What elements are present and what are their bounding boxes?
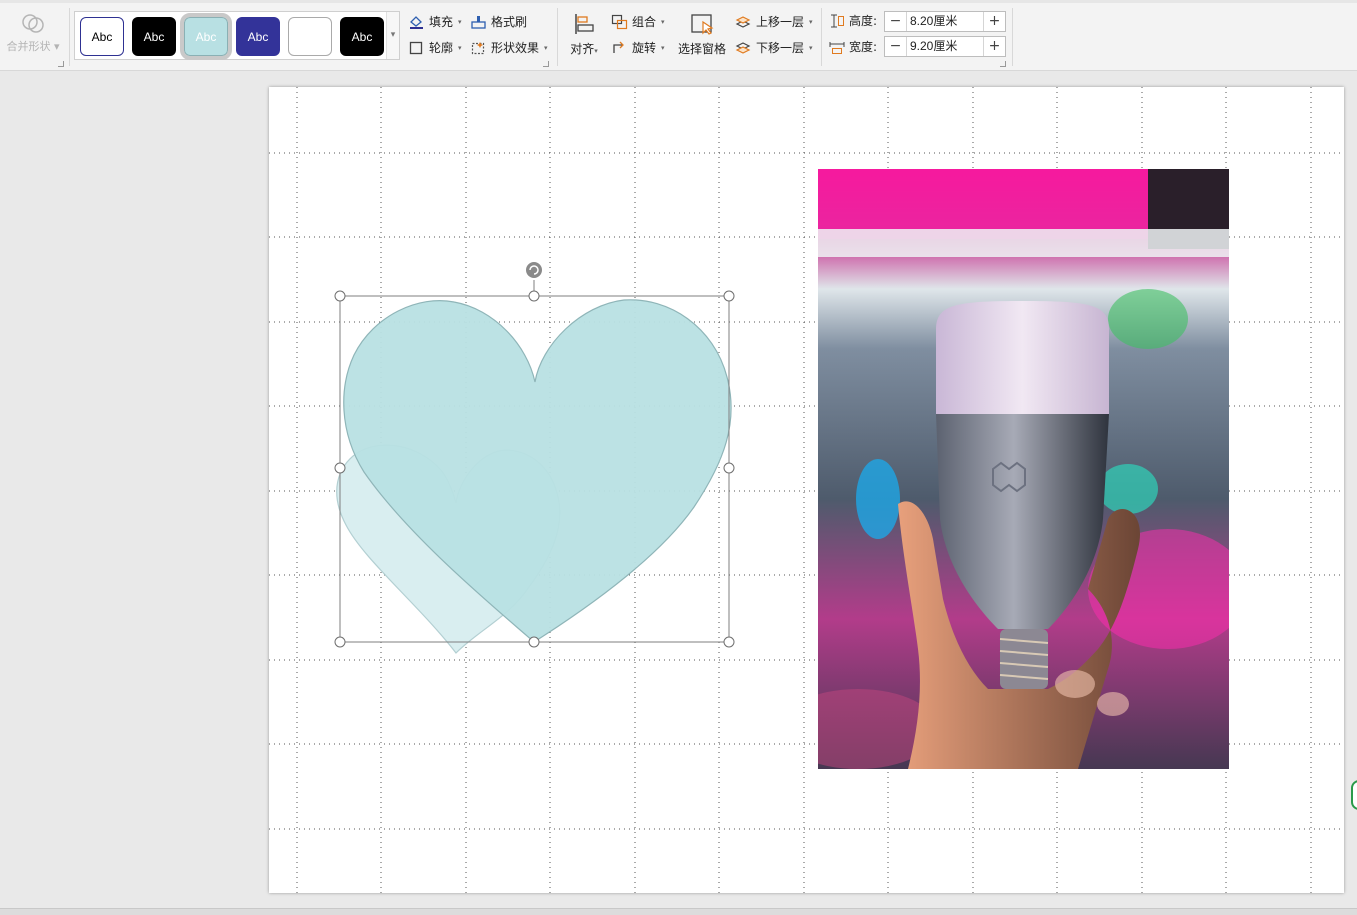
format-painter-icon <box>471 15 486 29</box>
merge-shapes-label: 合并形状 <box>6 40 51 53</box>
align-label: 对齐 <box>570 42 595 56</box>
bring-forward-button[interactable]: 上移一层 ▾ <box>735 13 813 30</box>
height-input[interactable]: 8.20厘米 <box>906 12 984 31</box>
shape-effects-button[interactable]: 形状效果 ▾ <box>470 39 548 56</box>
height-spinner[interactable]: − 8.20厘米 + <box>884 11 1006 32</box>
bulb-photo[interactable] <box>818 169 1229 769</box>
fill-bucket-icon <box>410 15 423 29</box>
group-launcher-icon[interactable] <box>1000 61 1006 67</box>
style-swatch-5[interactable] <box>288 17 332 56</box>
resize-handle-top-right[interactable] <box>723 290 735 302</box>
chevron-down-icon: ▾ <box>458 43 462 52</box>
selection-pane-label: 选择窗格 <box>677 42 726 56</box>
width-input[interactable]: 9.20厘米 <box>906 37 984 56</box>
bring-forward-icon <box>735 15 751 28</box>
ribbon-top-line <box>0 0 1357 3</box>
align-button[interactable]: 对齐▾ <box>566 12 602 57</box>
gallery-more-button[interactable]: ▾ <box>386 12 399 59</box>
width-spinner[interactable]: − 9.20厘米 + <box>884 36 1006 57</box>
resize-handle-bottom-left[interactable] <box>334 636 346 648</box>
send-backward-label: 下移一层 <box>756 41 805 55</box>
resize-handle-left[interactable] <box>334 462 346 474</box>
resize-handle-bottom[interactable] <box>528 636 540 648</box>
format-painter-button[interactable]: 格式刷 <box>470 13 527 30</box>
outline-button[interactable]: 轮廓 ▾ <box>408 39 462 56</box>
fill-label: 填充 <box>429 15 454 29</box>
separator <box>821 8 822 66</box>
height-icon <box>831 14 844 27</box>
shape-effects-label: 形状效果 <box>491 41 540 55</box>
bring-forward-label: 上移一层 <box>756 15 805 29</box>
width-label: 宽度: <box>849 40 878 54</box>
rotate-icon <box>613 41 624 53</box>
selection-pane-button[interactable]: 选择窗格 <box>676 12 728 57</box>
style-swatch-1[interactable]: Abc <box>80 17 124 56</box>
format-painter-label: 格式刷 <box>491 15 528 29</box>
separator <box>1012 8 1013 66</box>
separator <box>69 8 70 66</box>
send-backward-button[interactable]: 下移一层 ▾ <box>735 39 813 56</box>
resize-handle-bottom-right[interactable] <box>723 636 735 648</box>
ribbon-toolbar: 合并形状 ▾ Abc Abc Abc Abc Abc ▾ 填充 ▾ 格式刷 轮廓 ▾ <box>0 0 1357 71</box>
chevron-down-icon: ▾ <box>661 17 665 26</box>
style-swatch-4[interactable]: Abc <box>236 17 280 56</box>
style-swatch-2[interactable]: Abc <box>132 17 176 56</box>
height-increment-button[interactable]: + <box>984 12 1005 31</box>
chevron-down-icon: ▾ <box>390 30 396 40</box>
chevron-down-icon: ▾ <box>50 40 60 53</box>
chevron-down-icon: ▾ <box>594 47 598 55</box>
chevron-down-icon: ▾ <box>809 43 813 52</box>
align-left-icon <box>575 14 594 34</box>
chevron-down-icon: ▾ <box>544 43 548 52</box>
width-increment-button[interactable]: + <box>984 37 1005 56</box>
resize-handle-right[interactable] <box>723 462 735 474</box>
shape-effects-icon <box>471 41 485 54</box>
fill-button[interactable]: 填充 ▾ <box>408 13 462 30</box>
style-swatch-6[interactable]: Abc <box>340 17 384 56</box>
height-control: 高度: <box>829 12 877 29</box>
height-decrement-button[interactable]: − <box>885 12 906 31</box>
rotate-button[interactable]: 旋转 ▾ <box>611 39 665 56</box>
group-label: 组合 <box>632 15 657 29</box>
group-launcher-icon[interactable] <box>543 61 549 67</box>
send-backward-icon <box>735 41 751 54</box>
group-objects-icon <box>611 14 628 29</box>
width-control: 宽度: <box>829 38 877 55</box>
chevron-down-icon: ▾ <box>809 17 813 26</box>
group-button[interactable]: 组合 ▾ <box>611 13 665 30</box>
separator <box>557 8 558 66</box>
slide-canvas[interactable] <box>269 87 1344 893</box>
rotate-label: 旋转 <box>632 41 657 55</box>
height-label: 高度: <box>849 14 878 28</box>
rotate-handle-icon[interactable] <box>526 262 542 278</box>
chevron-down-icon: ▾ <box>458 17 462 26</box>
chevron-down-icon: ▾ <box>661 43 665 52</box>
side-floating-badge[interactable] <box>1351 780 1357 810</box>
group-launcher-icon[interactable] <box>58 61 64 67</box>
style-swatch-3-selected[interactable]: Abc <box>180 13 232 60</box>
shape-style-gallery: Abc Abc Abc Abc Abc ▾ <box>74 11 400 60</box>
resize-handle-top-left[interactable] <box>334 290 346 302</box>
width-decrement-button[interactable]: − <box>885 37 906 56</box>
selection-pane-icon <box>691 14 714 35</box>
outline-square-icon <box>409 41 423 54</box>
merge-shapes-icon <box>22 14 44 33</box>
outline-label: 轮廓 <box>429 41 454 55</box>
resize-handle-top[interactable] <box>528 290 540 302</box>
bulb-photo-image <box>818 169 1229 769</box>
width-icon <box>829 41 845 54</box>
merge-shapes-button[interactable]: 合并形状 ▾ <box>0 10 66 60</box>
